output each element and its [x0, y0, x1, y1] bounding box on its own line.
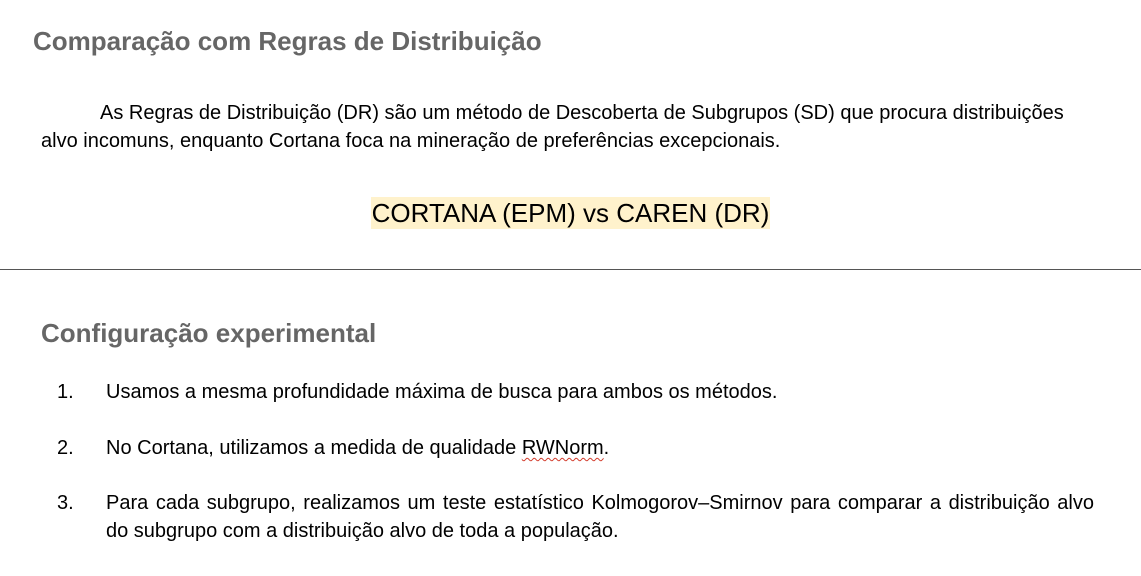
- list-text-before: No Cortana, utilizamos a medida de quali…: [106, 437, 522, 459]
- list-text: Usamos a mesma profundidade máxima de bu…: [106, 381, 778, 403]
- list-number: 3.: [57, 492, 74, 514]
- intro-paragraph[interactable]: As Regras de Distribuição (DR) são um mé…: [41, 99, 1101, 155]
- section-divider: [0, 269, 1141, 270]
- list-number: 1.: [57, 381, 74, 403]
- section-title-comparison: Comparação com Regras de Distribuição: [33, 26, 542, 56]
- list-text-after: .: [603, 437, 610, 459]
- comparison-line: CORTANA (EPM) vs CAREN (DR): [0, 196, 1141, 230]
- list-text: No Cortana, utilizamos a medida de quali…: [106, 434, 1094, 462]
- document-page: Comparação com Regras de Distribuição As…: [0, 0, 1141, 576]
- comparison-highlight[interactable]: CORTANA (EPM) vs CAREN (DR): [370, 197, 771, 229]
- list-number: 2.: [57, 437, 74, 459]
- spellcheck-flagged-word[interactable]: RWNorm: [522, 437, 604, 459]
- section-title-experimental-setup: Configuração experimental: [41, 318, 377, 348]
- list-text: Para cada subgrupo, realizamos um teste …: [106, 492, 1094, 542]
